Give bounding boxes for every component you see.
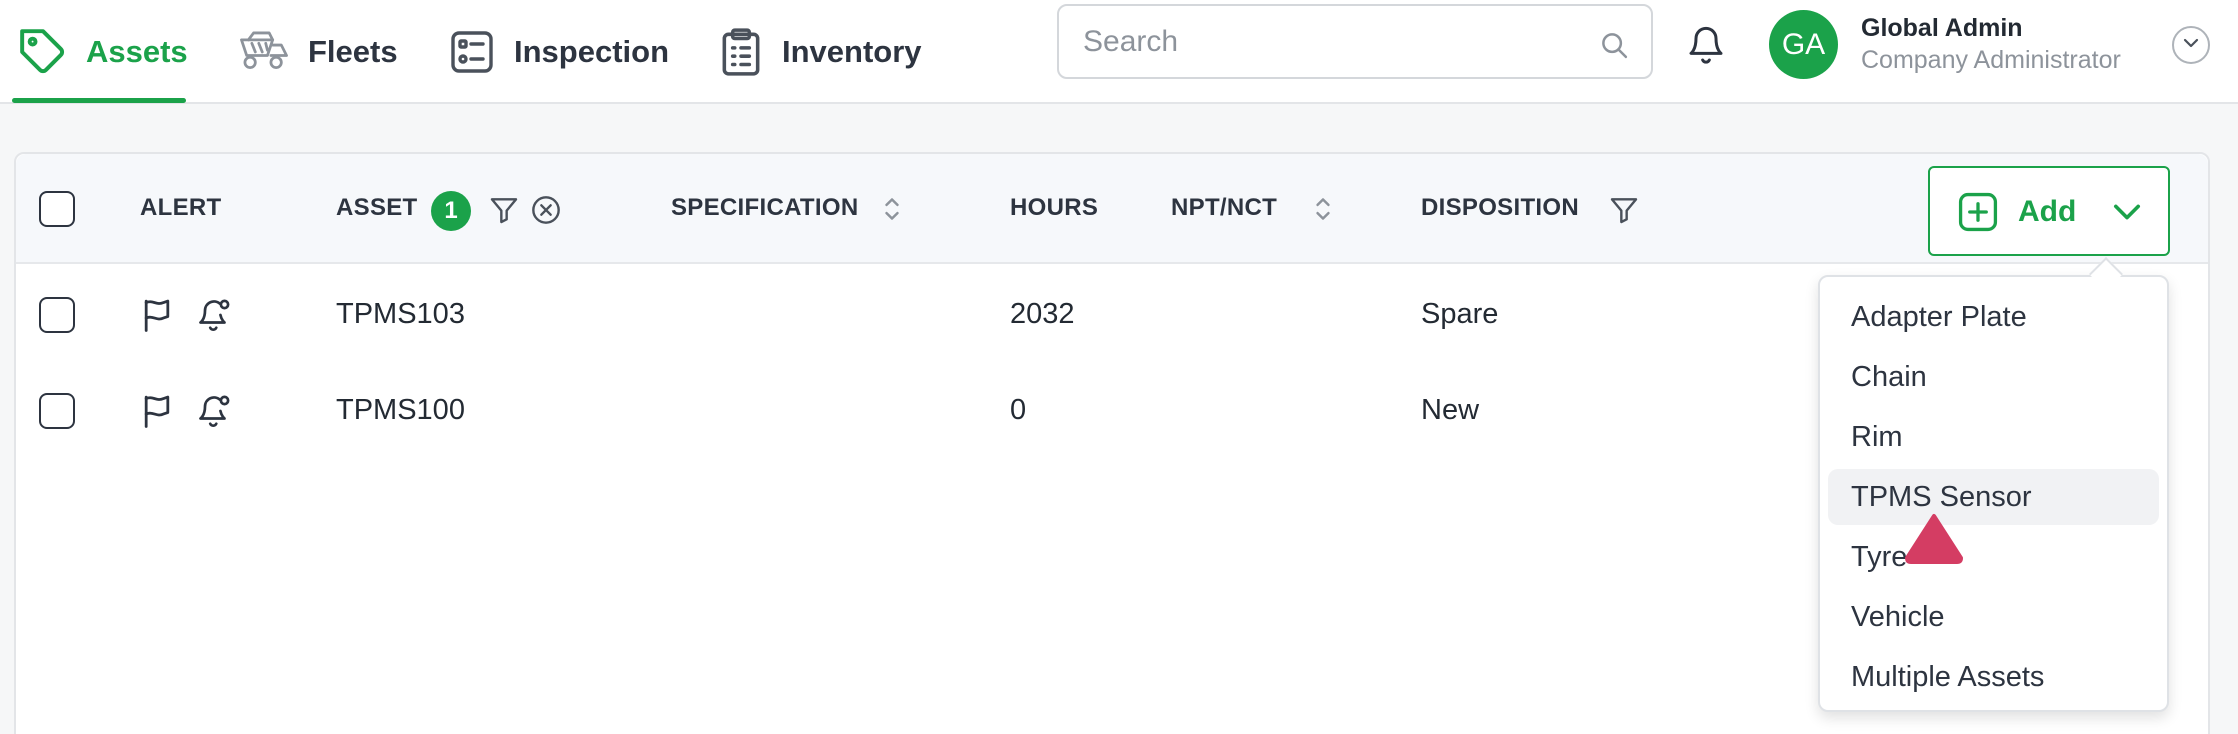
select-all-checkbox[interactable] [39,191,75,227]
tag-icon [18,27,68,77]
search-box [1057,4,1653,79]
column-header-alert: ALERT [140,194,222,221]
user-role: Company Administrator [1861,46,2121,74]
asset-filter-count-badge: 1 [431,191,471,231]
menu-item-adapter-plate[interactable]: Adapter Plate [1828,289,2159,345]
notifications-bell-icon[interactable] [1686,23,1726,72]
tab-inventory[interactable]: Inventory [718,0,922,104]
search-icon[interactable] [1599,30,1629,65]
search-input[interactable] [1083,18,1583,66]
column-header-specification[interactable]: SPECIFICATION [671,194,858,222]
top-navigation-bar: Assets Fleets Inspection Inventory Searc… [0,0,2238,104]
cell-asset[interactable]: TPMS100 [336,394,465,427]
sort-npt-nct-icon[interactable] [1313,194,1333,229]
active-tab-indicator [12,98,186,103]
column-header-npt-nct[interactable]: NPT/NCT [1171,194,1277,222]
table-header: ALERT ASSET 1 SPECIFICATION HOURS NPT/NC… [16,154,2208,264]
tab-inventory-label: Inventory [782,34,922,69]
cell-hours: 2032 [1010,298,1075,330]
alarm-bell-icon[interactable] [196,391,232,436]
cell-disposition: New [1421,394,1480,426]
tab-fleets[interactable]: Fleets [238,0,398,104]
cell-hours: 0 [1010,394,1027,426]
cell-asset[interactable]: TPMS103 [336,298,465,331]
column-header-asset[interactable]: ASSET [336,194,418,222]
menu-item-vehicle[interactable]: Vehicle [1828,589,2159,645]
checklist-icon [448,28,496,76]
cursor-pointer-icon [1903,512,1965,569]
menu-item-tyre[interactable]: Tyre [1828,529,2159,585]
tab-fleets-label: Fleets [308,34,398,69]
user-name: Global Admin [1861,14,2023,42]
flag-icon[interactable] [140,296,174,339]
chevron-down-icon [2110,198,2144,231]
truck-icon [238,29,290,75]
asset-filter-icon[interactable] [488,194,520,231]
clear-filter-icon[interactable] [530,194,562,231]
row-checkbox[interactable] [39,393,75,429]
tab-assets[interactable]: Assets [18,0,188,104]
tab-inspection-label: Inspection [514,34,670,69]
column-header-hours: HOURS [1010,194,1099,221]
avatar[interactable]: GA [1769,10,1838,79]
cell-disposition: Spare [1421,298,1499,330]
menu-item-multiple-assets[interactable]: Multiple Assets [1828,649,2159,705]
sort-specification-icon[interactable] [882,194,902,229]
column-header-disposition[interactable]: DISPOSITION [1421,194,1579,222]
row-checkbox[interactable] [39,297,75,333]
add-asset-menu: Adapter Plate Chain Rim TPMS Sensor Tyre… [1818,275,2169,712]
menu-item-rim[interactable]: Rim [1828,409,2159,465]
menu-item-chain[interactable]: Chain [1828,349,2159,405]
alarm-bell-icon[interactable] [196,295,232,340]
chevron-down-icon [2182,36,2200,54]
plus-icon [1956,190,2000,239]
flag-icon[interactable] [140,392,174,435]
add-button[interactable]: Add [1928,166,2170,256]
tab-inspection[interactable]: Inspection [448,0,669,104]
tab-assets-label: Assets [86,34,188,69]
add-button-label: Add [2018,195,2077,228]
clipboard-icon [718,27,764,77]
menu-item-tpms-sensor[interactable]: TPMS Sensor [1828,469,2159,525]
user-menu-toggle[interactable] [2172,26,2210,64]
disposition-filter-icon[interactable] [1608,194,1640,231]
